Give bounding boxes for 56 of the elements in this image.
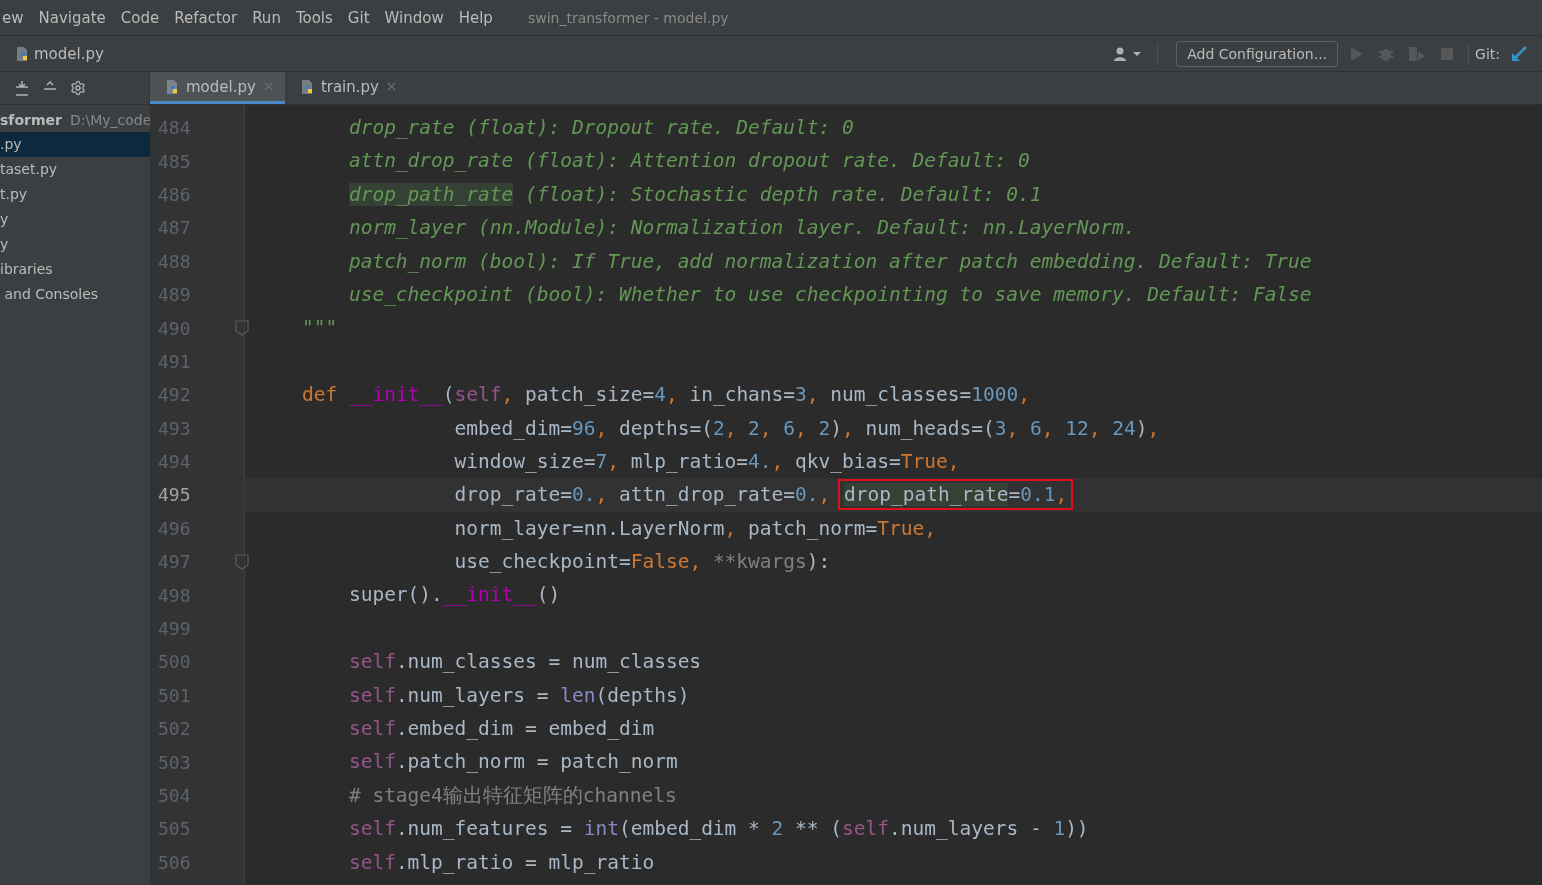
python-file-icon	[14, 45, 30, 62]
project-tree-item[interactable]: y	[0, 232, 150, 257]
window-title: swin_transformer - model.py	[527, 9, 729, 26]
settings-icon[interactable]	[70, 80, 86, 96]
fold-marker-icon[interactable]	[235, 554, 249, 571]
menu-item[interactable]: Window	[384, 8, 444, 27]
code-line: window_size=7, mlp_ratio=4., qkv_bias=True,	[453, 448, 961, 475]
git-label: Git:	[1475, 45, 1500, 62]
code-line: def __init__(self, patch_size=4, in_chans=3, num_classes=1000,	[300, 382, 1031, 409]
editor-tab[interactable]: train.py	[284, 72, 408, 104]
project-tree-item[interactable]: .py	[0, 132, 150, 157]
python-file-icon	[164, 78, 180, 95]
code-line: super().__init__()	[347, 582, 562, 609]
expand-all-icon[interactable]	[14, 80, 30, 96]
menu-item[interactable]: Code	[120, 8, 160, 27]
code-line: self.embed_dim = embed_dim	[347, 716, 656, 743]
breadcrumb[interactable]: model.py	[14, 44, 104, 63]
code-line: self.mlp_ratio = mlp_ratio	[347, 849, 656, 876]
project-tree-item[interactable]: and Consoles	[0, 282, 150, 307]
add-configuration-button[interactable]: Add Configuration...	[1176, 40, 1339, 67]
project-name[interactable]: sformer	[0, 111, 62, 128]
menu-item[interactable]: Navigate	[38, 8, 106, 27]
menu-item[interactable]: Tools	[295, 8, 333, 27]
code-line: drop_rate (float): Dropout rate. Default: 0	[347, 115, 855, 141]
menu-item[interactable]: ew	[2, 8, 24, 27]
fold-marker-icon[interactable]	[235, 320, 249, 337]
project-tree-item[interactable]: taset.py	[0, 157, 150, 182]
code-line: use_checkpoint (bool): Whether to use checkpointing to save memory. Default: False	[347, 281, 1313, 308]
code-line: attn_drop_rate (float): Attention dropout rate. Default: 0	[347, 148, 1031, 175]
code-line: self.num_layers = len(depths)	[347, 682, 691, 709]
line-number: 495	[158, 484, 191, 506]
stop-icon[interactable]	[1440, 46, 1455, 61]
run-icon[interactable]	[1350, 45, 1365, 62]
code-line: norm_layer=nn.LayerNorm, patch_norm=True,	[453, 515, 937, 542]
menu-item[interactable]: Refactor	[174, 8, 238, 27]
menu-item[interactable]: Run	[252, 8, 281, 27]
code-line: self.patch_norm = patch_norm	[347, 749, 679, 776]
project-tree-item[interactable]: ibraries	[0, 257, 150, 282]
user-icon[interactable]	[1113, 45, 1144, 62]
project-tree-item[interactable]: y	[0, 207, 150, 232]
project-tree-item[interactable]: t.py	[0, 182, 150, 207]
code-line: # stage4输出特征矩阵的channels	[347, 782, 678, 809]
code-line: self.num_classes = num_classes	[347, 649, 703, 676]
project-path: D:\My_code	[69, 111, 150, 128]
code-line: patch_norm (bool): If True, add normalization after patch embedding. Default: True	[347, 248, 1313, 275]
code-line: self.num_features = int(embed_dim * 2 ** (self.num_layers - 1))	[347, 816, 1090, 843]
menu-item[interactable]: Help	[458, 8, 493, 27]
editor-tab[interactable]: model.py	[150, 72, 285, 104]
code-line: embed_dim=96, depths=(2, 2, 6, 2), num_heads=(3, 6, 12, 24),	[453, 415, 1161, 442]
code-line: use_checkpoint=False, **kwargs):	[453, 549, 832, 576]
code-line: drop_path_rate (float): Stochastic depth rate. Default: 0.1	[347, 181, 1043, 208]
arrow-icon[interactable]	[1510, 44, 1528, 63]
code-line: norm_layer (nn.Module): Normalization layer. Default: nn.LayerNorm.	[347, 215, 1137, 242]
code-line: """	[300, 315, 339, 342]
menu-item[interactable]: Git	[347, 8, 370, 27]
coverage-icon[interactable]	[1408, 45, 1427, 62]
